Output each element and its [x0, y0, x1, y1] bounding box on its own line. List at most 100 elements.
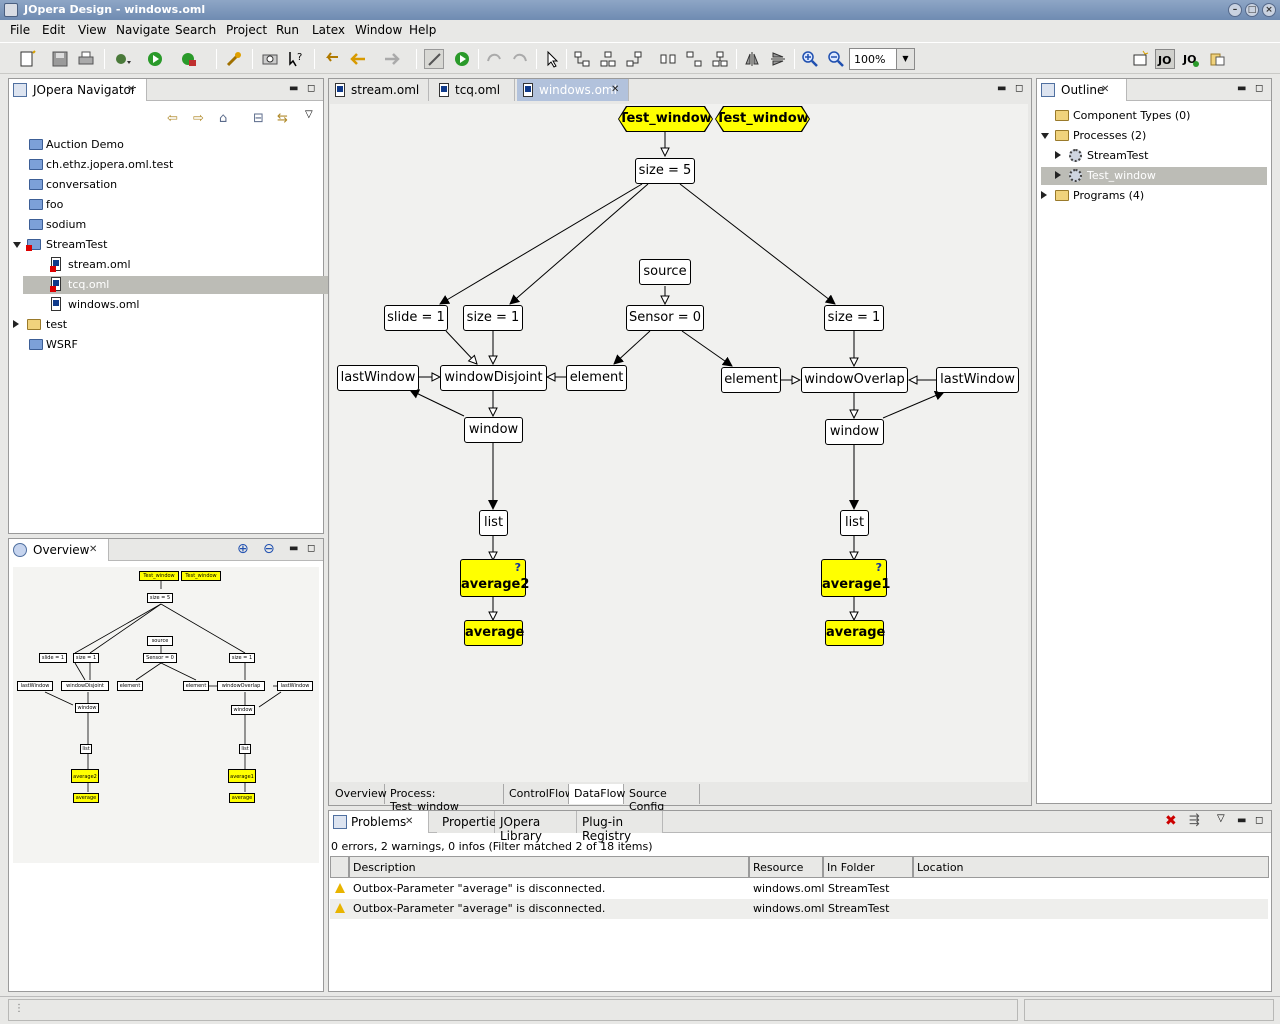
- distribute-v-icon[interactable]: [684, 49, 704, 69]
- home-icon[interactable]: ⌂: [219, 111, 227, 126]
- close-icon[interactable]: ✕: [89, 544, 97, 555]
- toggle-mode-icon[interactable]: [424, 49, 444, 69]
- menu-search[interactable]: Search: [175, 23, 216, 37]
- node-window-right[interactable]: window: [825, 419, 884, 445]
- layout-tree-icon[interactable]: [710, 49, 730, 69]
- close-icon[interactable]: ✕: [127, 84, 135, 95]
- maximize-editor-icon[interactable]: ◻: [1015, 83, 1023, 94]
- distribute-h-icon[interactable]: [658, 49, 678, 69]
- tab-jopera-navigator[interactable]: JOpera Navigator ✕: [9, 79, 147, 101]
- zoom-in-icon[interactable]: ⊕: [237, 541, 249, 557]
- expand-toggle-icon[interactable]: [13, 242, 21, 248]
- dataflow-canvas[interactable]: Test_window Test_window size = 5 source …: [330, 104, 1028, 782]
- view-menu-icon[interactable]: ▽: [305, 109, 313, 120]
- node-size-5[interactable]: size = 5: [635, 158, 695, 184]
- menu-edit[interactable]: Edit: [42, 23, 65, 37]
- maximize-view-icon[interactable]: ◻: [1255, 815, 1263, 826]
- pin-icon[interactable]: [224, 49, 244, 69]
- node-sensor-0[interactable]: Sensor = 0: [626, 305, 704, 331]
- outline-item-component-types[interactable]: Component Types (0): [1041, 107, 1267, 125]
- tab-stream-oml[interactable]: stream.oml: [329, 79, 429, 101]
- column-header-location[interactable]: Location: [913, 856, 1269, 878]
- outline-item-programs[interactable]: Programs (4): [1041, 187, 1267, 205]
- column-header-type[interactable]: [330, 856, 349, 878]
- outbox-average-left[interactable]: average: [464, 620, 524, 646]
- tree-item-sodium[interactable]: sodium: [23, 216, 329, 234]
- editor-tab-dataflow[interactable]: DataFlow: [569, 784, 625, 804]
- zoom-level-select[interactable]: 100% ▼: [849, 48, 915, 70]
- outline-item-processes[interactable]: Processes (2): [1041, 127, 1267, 145]
- tab-properties[interactable]: Properties: [437, 811, 503, 833]
- search-icon[interactable]: [260, 49, 280, 69]
- tab-problems[interactable]: Problems ✕: [329, 811, 429, 833]
- tab-windows-oml[interactable]: windows.oml ✕: [517, 79, 629, 101]
- menu-project[interactable]: Project: [226, 23, 267, 37]
- close-icon[interactable]: ✕: [611, 84, 619, 95]
- node-average1[interactable]: ? average1: [821, 559, 890, 597]
- view-menu-icon[interactable]: ▽: [1217, 813, 1225, 824]
- tree-item-conversation[interactable]: conversation: [23, 176, 329, 194]
- minimize-view-icon[interactable]: ▬: [1237, 83, 1246, 94]
- open-perspective-icon[interactable]: [1130, 49, 1150, 69]
- process-input-node-b[interactable]: Test_window: [716, 107, 809, 131]
- expand-toggle-icon[interactable]: [13, 320, 19, 328]
- process-input-node-a[interactable]: Test_window: [619, 107, 712, 131]
- node-lastwindow-left[interactable]: lastWindow: [337, 365, 419, 391]
- run-process-icon[interactable]: [452, 49, 472, 69]
- table-row[interactable]: Outbox-Parameter "average" is disconnect…: [330, 899, 1268, 919]
- zoom-out-icon[interactable]: [826, 49, 846, 69]
- external-tools-icon[interactable]: [180, 49, 200, 69]
- align-right-icon[interactable]: [624, 49, 644, 69]
- filter-icon[interactable]: ⇶: [1189, 813, 1200, 828]
- zoom-out-icon[interactable]: ⊖: [263, 541, 275, 557]
- node-slide-1[interactable]: slide = 1: [384, 305, 448, 331]
- tab-overview[interactable]: Overview ✕: [9, 539, 109, 561]
- column-header-in-folder[interactable]: In Folder: [823, 856, 913, 878]
- select-pointer-icon[interactable]: [542, 49, 562, 69]
- jopera-perspective-icon[interactable]: JO: [1155, 49, 1175, 69]
- column-header-resource[interactable]: Resource: [749, 856, 823, 878]
- node-size-1-left[interactable]: size = 1: [463, 305, 523, 331]
- last-edit-icon[interactable]: [322, 49, 342, 69]
- help-question-icon[interactable]: ?: [515, 562, 521, 574]
- menu-file[interactable]: File: [10, 23, 30, 37]
- minimize-view-icon[interactable]: ▬: [1237, 815, 1246, 826]
- minimize-view-icon[interactable]: ▬: [289, 543, 298, 554]
- forward-icon[interactable]: [382, 49, 402, 69]
- jopera-monitor-perspective-icon[interactable]: JO: [1181, 49, 1201, 69]
- column-header-description[interactable]: Description: [349, 856, 749, 878]
- node-windowdisjoint[interactable]: windowDisjoint: [440, 365, 547, 391]
- outbox-average-right[interactable]: average: [825, 620, 885, 646]
- tree-item-foo[interactable]: foo: [23, 196, 329, 214]
- editor-tab-controlflow[interactable]: ControlFlow: [504, 784, 574, 804]
- node-element-left[interactable]: element: [566, 365, 627, 391]
- tree-item-ch-ethz[interactable]: ch.ethz.jopera.oml.test: [23, 156, 329, 174]
- new-file-icon[interactable]: [18, 49, 38, 69]
- tree-item-stream-oml[interactable]: stream.oml: [23, 256, 329, 274]
- menu-view[interactable]: View: [78, 23, 106, 37]
- java-perspective-icon[interactable]: [1207, 49, 1227, 69]
- maximize-view-icon[interactable]: ◻: [307, 83, 315, 94]
- align-center-icon[interactable]: [598, 49, 618, 69]
- expand-toggle-icon[interactable]: [1041, 191, 1047, 199]
- close-window-button[interactable]: ×: [1262, 3, 1276, 17]
- overview-minimap[interactable]: Test_window Test_window size = 5 source …: [13, 567, 319, 863]
- node-window-left[interactable]: window: [464, 417, 523, 443]
- tab-outline[interactable]: Outline ✕: [1037, 79, 1127, 101]
- align-left-icon[interactable]: [572, 49, 592, 69]
- zoom-in-icon[interactable]: [800, 49, 820, 69]
- node-element-right[interactable]: element: [721, 367, 781, 393]
- close-icon[interactable]: ✕: [405, 816, 413, 827]
- minimize-view-icon[interactable]: ▬: [289, 83, 298, 94]
- node-windowoverlap[interactable]: windowOverlap: [801, 367, 908, 393]
- maximize-view-icon[interactable]: ◻: [1255, 83, 1263, 94]
- tree-item-streamtest[interactable]: StreamTest: [13, 236, 329, 254]
- tree-item-auction-demo[interactable]: Auction Demo: [23, 136, 329, 154]
- node-list-left[interactable]: list: [479, 510, 508, 536]
- back-icon[interactable]: [348, 49, 368, 69]
- outline-item-streamtest[interactable]: StreamTest: [1041, 147, 1267, 165]
- redo-icon[interactable]: [510, 49, 530, 69]
- run-icon[interactable]: [146, 49, 166, 69]
- editor-tab-overview[interactable]: Overview: [330, 784, 387, 804]
- tab-plugin-registry[interactable]: Plug-in Registry: [577, 811, 663, 843]
